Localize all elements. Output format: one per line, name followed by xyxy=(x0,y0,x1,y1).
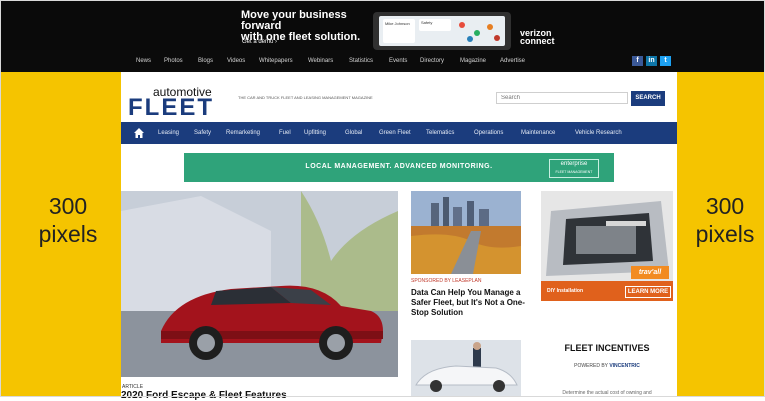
screenshot-border xyxy=(0,0,765,397)
